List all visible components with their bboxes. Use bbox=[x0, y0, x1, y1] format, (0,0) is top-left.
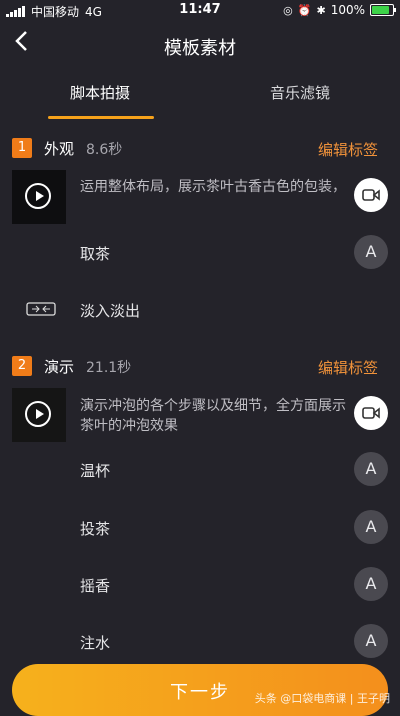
alarm-icon: ⏰ bbox=[297, 3, 312, 17]
section-header-2: 2 演示 21.1秒 编辑标签 bbox=[12, 354, 388, 380]
battery-icon bbox=[370, 4, 396, 16]
text-button[interactable]: A bbox=[354, 567, 388, 601]
record-button[interactable] bbox=[354, 178, 388, 212]
video-camera-icon bbox=[362, 407, 380, 419]
section-duration: 8.6秒 bbox=[86, 142, 123, 158]
nav-bar: 模板素材 bbox=[0, 24, 400, 66]
shot-label: 注水 bbox=[80, 634, 111, 652]
shot-label: 取茶 bbox=[80, 245, 111, 263]
rotation-lock-icon: ◎ bbox=[283, 3, 293, 17]
text-button[interactable]: A bbox=[354, 624, 388, 658]
page-title: 模板素材 bbox=[164, 38, 236, 59]
status-bar: 中国移动 4G 11:47 ◎ ⏰ ✱ 100% bbox=[0, 0, 400, 22]
section-description: 运用整体布局，展示茶叶古香古色的包装， bbox=[80, 179, 346, 195]
section-number: 2 bbox=[12, 356, 32, 376]
edit-tags-button[interactable]: 编辑标签 bbox=[318, 357, 378, 378]
section-name: 外观 bbox=[44, 140, 75, 158]
watermark: 头条 @口袋电商课 | 王子明 bbox=[254, 692, 390, 705]
play-icon bbox=[25, 183, 51, 209]
play-icon bbox=[25, 401, 51, 427]
shot-label: 摇香 bbox=[80, 577, 111, 595]
transition-label[interactable]: 淡入淡出 bbox=[80, 300, 140, 321]
text-button[interactable]: A bbox=[354, 235, 388, 269]
video-camera-icon bbox=[362, 189, 380, 201]
active-tab-indicator bbox=[48, 116, 154, 119]
shot-label: 温杯 bbox=[80, 462, 111, 480]
battery-percent: 100% bbox=[330, 3, 365, 17]
video-thumbnail[interactable] bbox=[12, 388, 66, 442]
tab-music-filter[interactable]: 音乐滤镜 bbox=[200, 82, 400, 103]
bluetooth-icon: ✱ bbox=[316, 3, 326, 17]
text-button[interactable]: A bbox=[354, 510, 388, 544]
section-number: 1 bbox=[12, 138, 32, 158]
section-description: 演示冲泡的各个步骤以及细节，全方面展示茶叶的冲泡效果 bbox=[80, 398, 346, 434]
shot-label: 投茶 bbox=[80, 520, 111, 538]
tab-bar: 脚本拍摄 音乐滤镜 bbox=[0, 72, 400, 120]
section-name: 演示 bbox=[44, 358, 75, 376]
section-duration: 21.1秒 bbox=[86, 360, 132, 376]
video-thumbnail[interactable] bbox=[12, 170, 66, 224]
edit-tags-button[interactable]: 编辑标签 bbox=[318, 139, 378, 160]
section-header-1: 1 外观 8.6秒 编辑标签 bbox=[12, 136, 388, 162]
tab-script-shooting[interactable]: 脚本拍摄 bbox=[0, 82, 200, 103]
text-button[interactable]: A bbox=[354, 452, 388, 486]
record-button[interactable] bbox=[354, 396, 388, 430]
fade-transition-icon bbox=[26, 302, 56, 316]
